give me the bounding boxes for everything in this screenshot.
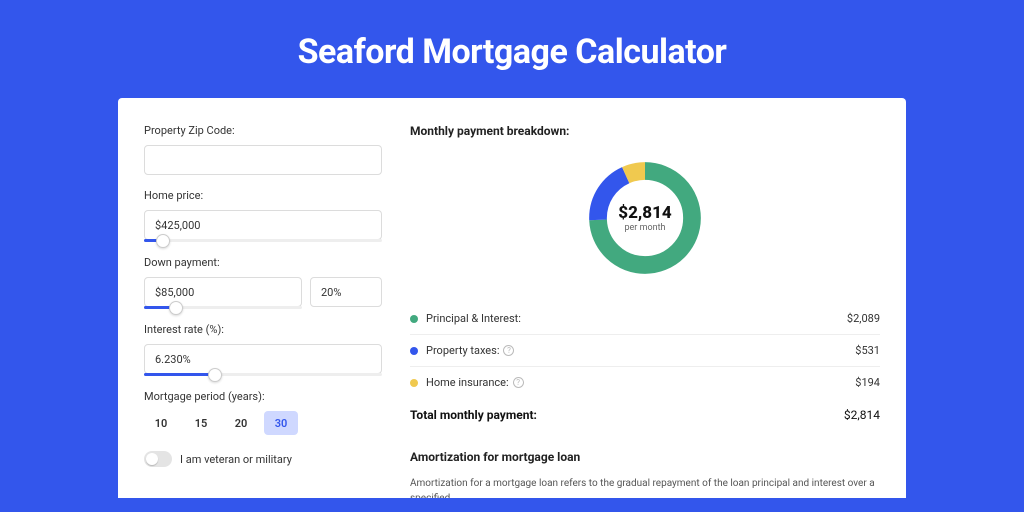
page-title: Seaford Mortgage Calculator — [0, 0, 1024, 98]
amortization-text: Amortization for a mortgage loan refers … — [410, 476, 880, 498]
down-payment-label: Down payment: — [144, 256, 382, 269]
total-amount: $2,814 — [844, 408, 880, 422]
interest-slider[interactable] — [144, 373, 382, 376]
legend-amount: $194 — [855, 376, 880, 389]
period-button-15[interactable]: 15 — [184, 411, 218, 435]
zip-label: Property Zip Code: — [144, 124, 382, 137]
interest-field: Interest rate (%): — [144, 323, 382, 376]
home-price-label: Home price: — [144, 189, 382, 202]
period-field: Mortgage period (years): 10152030 — [144, 390, 382, 435]
legend-dot — [410, 379, 418, 387]
veteran-toggle[interactable] — [144, 451, 172, 467]
slider-thumb[interactable] — [208, 368, 222, 382]
breakdown-title: Monthly payment breakdown: — [410, 124, 880, 138]
interest-label: Interest rate (%): — [144, 323, 382, 336]
down-payment-slider[interactable] — [144, 306, 302, 309]
total-row: Total monthly payment: $2,814 — [410, 398, 880, 432]
period-label: Mortgage period (years): — [144, 390, 382, 403]
zip-field: Property Zip Code: — [144, 124, 382, 175]
legend-label: Principal & Interest: — [426, 312, 847, 325]
calculator-card: Property Zip Code: Home price: Down paym… — [118, 98, 906, 498]
legend-dot — [410, 315, 418, 323]
help-icon[interactable]: ? — [503, 345, 514, 356]
breakdown-panel: Monthly payment breakdown: $2,814 per mo… — [410, 124, 880, 498]
legend-amount: $2,089 — [847, 312, 880, 325]
slider-thumb[interactable] — [156, 234, 170, 248]
legend-row: Principal & Interest:$2,089 — [410, 303, 880, 335]
veteran-row: I am veteran or military — [144, 451, 382, 467]
period-button-10[interactable]: 10 — [144, 411, 178, 435]
legend-label: Property taxes:? — [426, 344, 855, 357]
home-price-input[interactable] — [144, 210, 382, 240]
toggle-knob — [146, 453, 158, 465]
total-label: Total monthly payment: — [410, 408, 844, 422]
interest-input[interactable] — [144, 344, 382, 374]
inputs-panel: Property Zip Code: Home price: Down paym… — [144, 124, 382, 498]
veteran-label: I am veteran or military — [180, 453, 292, 466]
help-icon[interactable]: ? — [513, 377, 524, 388]
home-price-field: Home price: — [144, 189, 382, 242]
slider-thumb[interactable] — [169, 301, 183, 315]
period-button-30[interactable]: 30 — [264, 411, 298, 435]
period-button-group: 10152030 — [144, 411, 382, 435]
zip-input[interactable] — [144, 145, 382, 175]
legend-dot — [410, 347, 418, 355]
legend: Principal & Interest:$2,089Property taxe… — [410, 302, 880, 398]
amortization-section: Amortization for mortgage loan Amortizat… — [410, 450, 880, 498]
amortization-title: Amortization for mortgage loan — [410, 450, 880, 464]
period-button-20[interactable]: 20 — [224, 411, 258, 435]
donut-chart: $2,814 per month — [583, 156, 707, 280]
home-price-slider[interactable] — [144, 239, 382, 242]
legend-amount: $531 — [855, 344, 880, 357]
legend-row: Home insurance:?$194 — [410, 367, 880, 398]
donut-chart-wrap: $2,814 per month — [410, 156, 880, 280]
down-payment-field: Down payment: — [144, 256, 382, 309]
down-payment-input[interactable] — [144, 277, 302, 307]
legend-row: Property taxes:?$531 — [410, 335, 880, 367]
down-payment-pct-input[interactable] — [310, 277, 382, 307]
legend-label: Home insurance:? — [426, 376, 855, 389]
